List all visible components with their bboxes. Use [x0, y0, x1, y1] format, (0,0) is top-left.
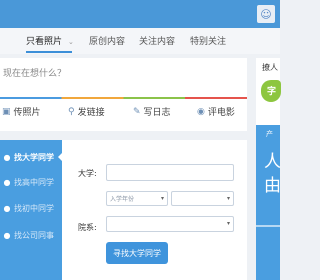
tab-label: 只看照片	[26, 37, 63, 47]
composer-divider	[0, 97, 247, 99]
chevron-down-icon: ▾	[226, 195, 230, 202]
user-icon: ●	[3, 177, 11, 187]
university-label: 大学:	[78, 169, 97, 178]
camera-icon: ▣	[2, 106, 11, 117]
sidebar-item-label: 找公司同事	[14, 230, 54, 240]
sidebar-item-middle-school[interactable]: ● 找初中同学	[0, 196, 62, 220]
right-widget-content: 撩人 字	[256, 58, 281, 131]
sidebar-item-company[interactable]: ● 找公司同事	[0, 223, 62, 247]
university-input[interactable]	[106, 164, 234, 181]
banner-text-2: 由	[264, 176, 281, 196]
sidebar-item-high-school[interactable]: ● 找高中同学	[0, 170, 62, 194]
find-classmates-button[interactable]: 寻找大学同学	[106, 242, 168, 264]
sidebar-item-label: 找高中同学	[14, 177, 54, 187]
post-input[interactable]: 现在在想什么？	[3, 66, 66, 79]
right-widget-label: 撩人	[262, 63, 278, 72]
department-select[interactable]: ▾	[106, 216, 234, 232]
user-icon: ●	[3, 230, 11, 240]
action-label: 传照片	[13, 108, 41, 118]
tab-special-follow[interactable]: 特别关注	[190, 34, 226, 47]
action-label: 评电影	[207, 108, 235, 118]
sidebar-item-label: 找大学同学	[14, 152, 54, 162]
action-label: 发链接	[77, 108, 105, 118]
link-icon: ⚲	[68, 106, 75, 117]
user-icon: ●	[3, 152, 11, 162]
app-logo-text: 字	[267, 87, 277, 97]
sidebar-item-university[interactable]: ● 找大学同学	[0, 145, 62, 169]
action-label: 写日志	[143, 108, 171, 118]
write-blog-button[interactable]: ✎ 写日志	[133, 105, 171, 119]
banner-small-text: 产	[266, 130, 273, 138]
user-icon: ●	[3, 203, 11, 213]
tab-following[interactable]: 关注内容	[139, 34, 175, 47]
right-banner[interactable]: 产 人 由	[256, 125, 281, 280]
enroll-year-select[interactable]: 入学年份 ▾	[106, 191, 168, 206]
upload-photo-button[interactable]: ▣ 传照片	[2, 105, 41, 119]
post-link-button[interactable]: ⚲ 发链接	[68, 105, 105, 119]
sidebar-item-label: 找初中同学	[14, 203, 54, 213]
find-classmates-sidebar: ● 找大学同学 ● 找高中同学 ● 找初中同学 ● 找公司同事	[0, 140, 62, 280]
app-logo[interactable]: 字	[261, 80, 281, 102]
movie-icon: ◉	[197, 106, 205, 117]
chevron-down-icon: ⌄	[68, 38, 74, 46]
department-label: 院系:	[78, 223, 97, 232]
tab-photos-only[interactable]: 只看照片 ⌄	[26, 34, 74, 47]
banner-divider	[256, 225, 280, 227]
active-tab-indicator	[26, 51, 72, 53]
banner-text-1: 人	[264, 152, 281, 172]
review-movie-button[interactable]: ◉ 评电影	[197, 105, 235, 119]
top-bar: ☺	[0, 0, 280, 28]
chevron-down-icon: ▾	[160, 195, 164, 202]
user-icon[interactable]: ☺	[257, 5, 275, 23]
chevron-down-icon: ▾	[226, 220, 230, 227]
tab-original[interactable]: 原创内容	[89, 34, 125, 47]
blog-icon: ✎	[133, 106, 141, 117]
enroll-year-placeholder: 入学年份	[110, 196, 135, 203]
secondary-select[interactable]: ▾	[171, 191, 234, 206]
